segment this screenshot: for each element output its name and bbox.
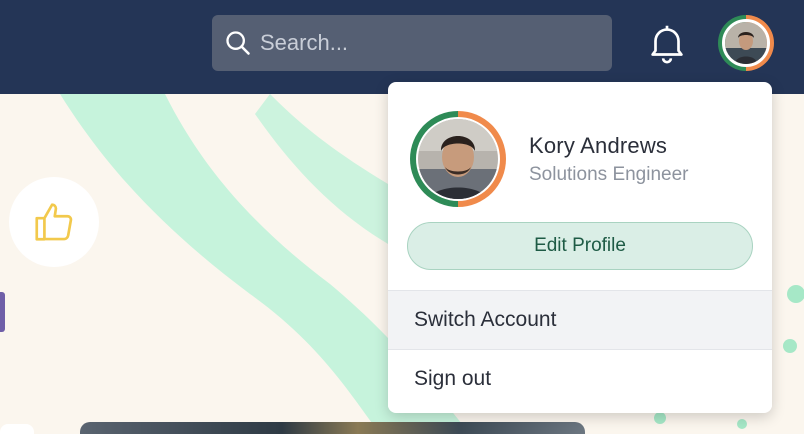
switch-account-item[interactable]: Switch Account [388,290,772,349]
side-tab[interactable] [0,292,5,332]
user-menu-dropdown: Kory Andrews Solutions Engineer Edit Pro… [388,82,772,413]
search-icon [226,31,250,55]
thumbs-up-icon [35,203,73,241]
edit-profile-button[interactable]: Edit Profile [407,222,753,270]
sign-out-item[interactable]: Sign out [388,349,772,408]
media-card-edge [80,422,585,434]
search-input[interactable] [260,15,600,71]
profile-avatar [410,111,506,207]
card-edge [0,424,34,434]
user-avatar-button[interactable] [718,15,774,71]
profile-name: Kory Andrews [529,133,668,158]
like-button[interactable] [9,177,99,267]
bell-icon[interactable] [644,20,690,66]
avatar [722,19,770,67]
top-navbar [0,0,804,94]
avatar-photo [725,22,767,64]
profile-role: Solutions Engineer [529,164,689,185]
search-box[interactable] [212,15,612,71]
